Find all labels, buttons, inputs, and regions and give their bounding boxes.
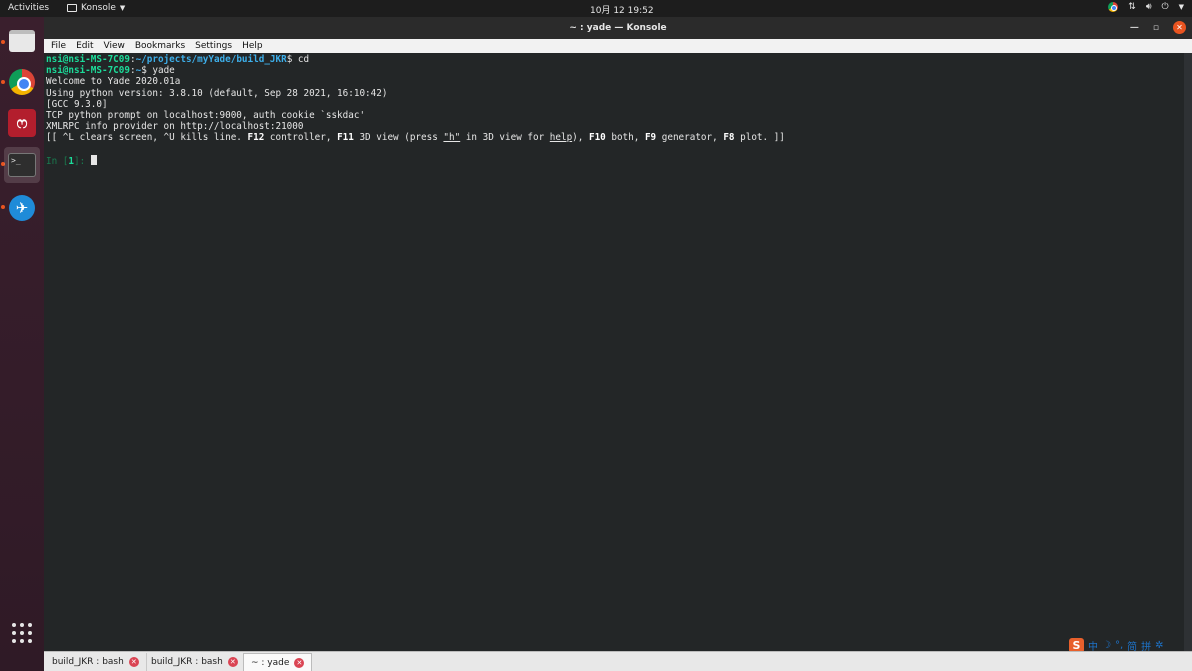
tab-label: ~ : yade	[251, 657, 290, 668]
tab-label: build_JKR : bash	[52, 657, 124, 667]
network-icon[interactable]: ⇅	[1128, 2, 1136, 12]
moon-icon[interactable]: ☽	[1102, 640, 1111, 651]
tab-yade[interactable]: ~ : yade ✕	[243, 653, 313, 671]
chevron-down-icon[interactable]: ▼	[1179, 3, 1184, 11]
close-icon[interactable]: ✕	[294, 657, 305, 668]
dock-item-files[interactable]	[4, 23, 40, 59]
menu-settings[interactable]: Settings	[195, 41, 232, 51]
close-icon[interactable]: ✕	[1173, 21, 1186, 34]
terminal-line: TCP python prompt on localhost:9000, aut…	[46, 109, 366, 121]
activities-button[interactable]: Activities	[8, 3, 49, 13]
dock-item-chrome[interactable]	[4, 64, 40, 100]
chrome-icon[interactable]	[1108, 2, 1119, 12]
terminal-output[interactable]: nsi@nsi-MS-7C09:~/projects/myYade/build_…	[44, 53, 1184, 651]
app-menu[interactable]: Konsole ▼	[67, 3, 125, 13]
tab-build-jkr-bash-1[interactable]: build_JKR : bash ✕	[45, 653, 147, 671]
window-controls: — ▫ ✕	[1130, 21, 1186, 34]
window-title: ~ : yade — Konsole	[569, 23, 667, 33]
files-icon	[9, 30, 35, 52]
terminal-line: nsi@nsi-MS-7C09:~/projects/myYade/build_…	[46, 54, 310, 65]
terminal-scrollbar[interactable]	[1184, 53, 1192, 651]
close-icon[interactable]: ✕	[128, 657, 139, 667]
window-titlebar[interactable]: ~ : yade — Konsole — ▫ ✕	[44, 17, 1192, 39]
top-bar: Activities Konsole ▼ 10月 12 19:52 ⇅ 🔊︎ ⏻…	[0, 0, 1192, 17]
menu-help[interactable]: Help	[242, 41, 263, 51]
terminal-line: [[ ^L clears screen, ^U kills line. F12 …	[46, 132, 785, 144]
terminal-prompt: In [1]:	[46, 154, 1184, 167]
dock-item-kite[interactable]: ✈	[4, 190, 40, 226]
menu-edit[interactable]: Edit	[76, 41, 93, 51]
tab-bar: build_JKR : bash ✕ build_JKR : bash ✕ ~ …	[44, 651, 1192, 671]
terminal-icon	[67, 4, 77, 12]
volume-icon[interactable]: 🔊︎	[1146, 2, 1152, 12]
dock: ෆ >_ ✈	[0, 17, 44, 671]
dock-item-mendeley[interactable]: ෆ	[4, 105, 40, 141]
menu-view[interactable]: View	[104, 41, 125, 51]
terminal-line: XMLRPC info provider on http://localhost…	[46, 121, 304, 133]
kite-icon: ✈	[9, 195, 35, 221]
ime-punctuation[interactable]: °,	[1115, 640, 1123, 651]
clock[interactable]: 10月 12 19:52	[590, 3, 654, 16]
terminal-cursor	[90, 154, 97, 165]
close-icon[interactable]: ✕	[227, 657, 238, 667]
terminal-line: [GCC 9.3.0]	[46, 98, 108, 110]
tab-label: build_JKR : bash	[151, 657, 223, 667]
tab-build-jkr-bash-2[interactable]: build_JKR : bash ✕	[144, 653, 246, 671]
terminal-line: Using python version: 3.8.10 (default, S…	[46, 87, 388, 99]
power-icon[interactable]: ⏻	[1161, 2, 1168, 12]
terminal-icon: >_	[8, 153, 36, 177]
menu-bar: File Edit View Bookmarks Settings Help	[44, 39, 1192, 53]
minimize-icon[interactable]: —	[1130, 23, 1139, 33]
menu-bookmarks[interactable]: Bookmarks	[135, 41, 185, 51]
mendeley-icon: ෆ	[8, 109, 36, 137]
dock-item-terminal[interactable]: >_	[4, 147, 40, 183]
terminal-line: Welcome to Yade 2020.01a	[46, 76, 181, 88]
menu-file[interactable]: File	[51, 41, 66, 51]
chevron-down-icon: ▼	[119, 4, 126, 12]
maximize-icon[interactable]: ▫	[1153, 23, 1159, 33]
system-tray[interactable]: ⇅ 🔊︎ ⏻ ▼	[1108, 2, 1184, 12]
show-applications-icon[interactable]	[12, 623, 32, 643]
app-menu-label: Konsole	[81, 3, 116, 13]
gear-icon[interactable]: ✲	[1155, 640, 1163, 651]
chrome-icon	[9, 69, 35, 95]
terminal-line: nsi@nsi-MS-7C09:~$ yade	[46, 65, 175, 77]
